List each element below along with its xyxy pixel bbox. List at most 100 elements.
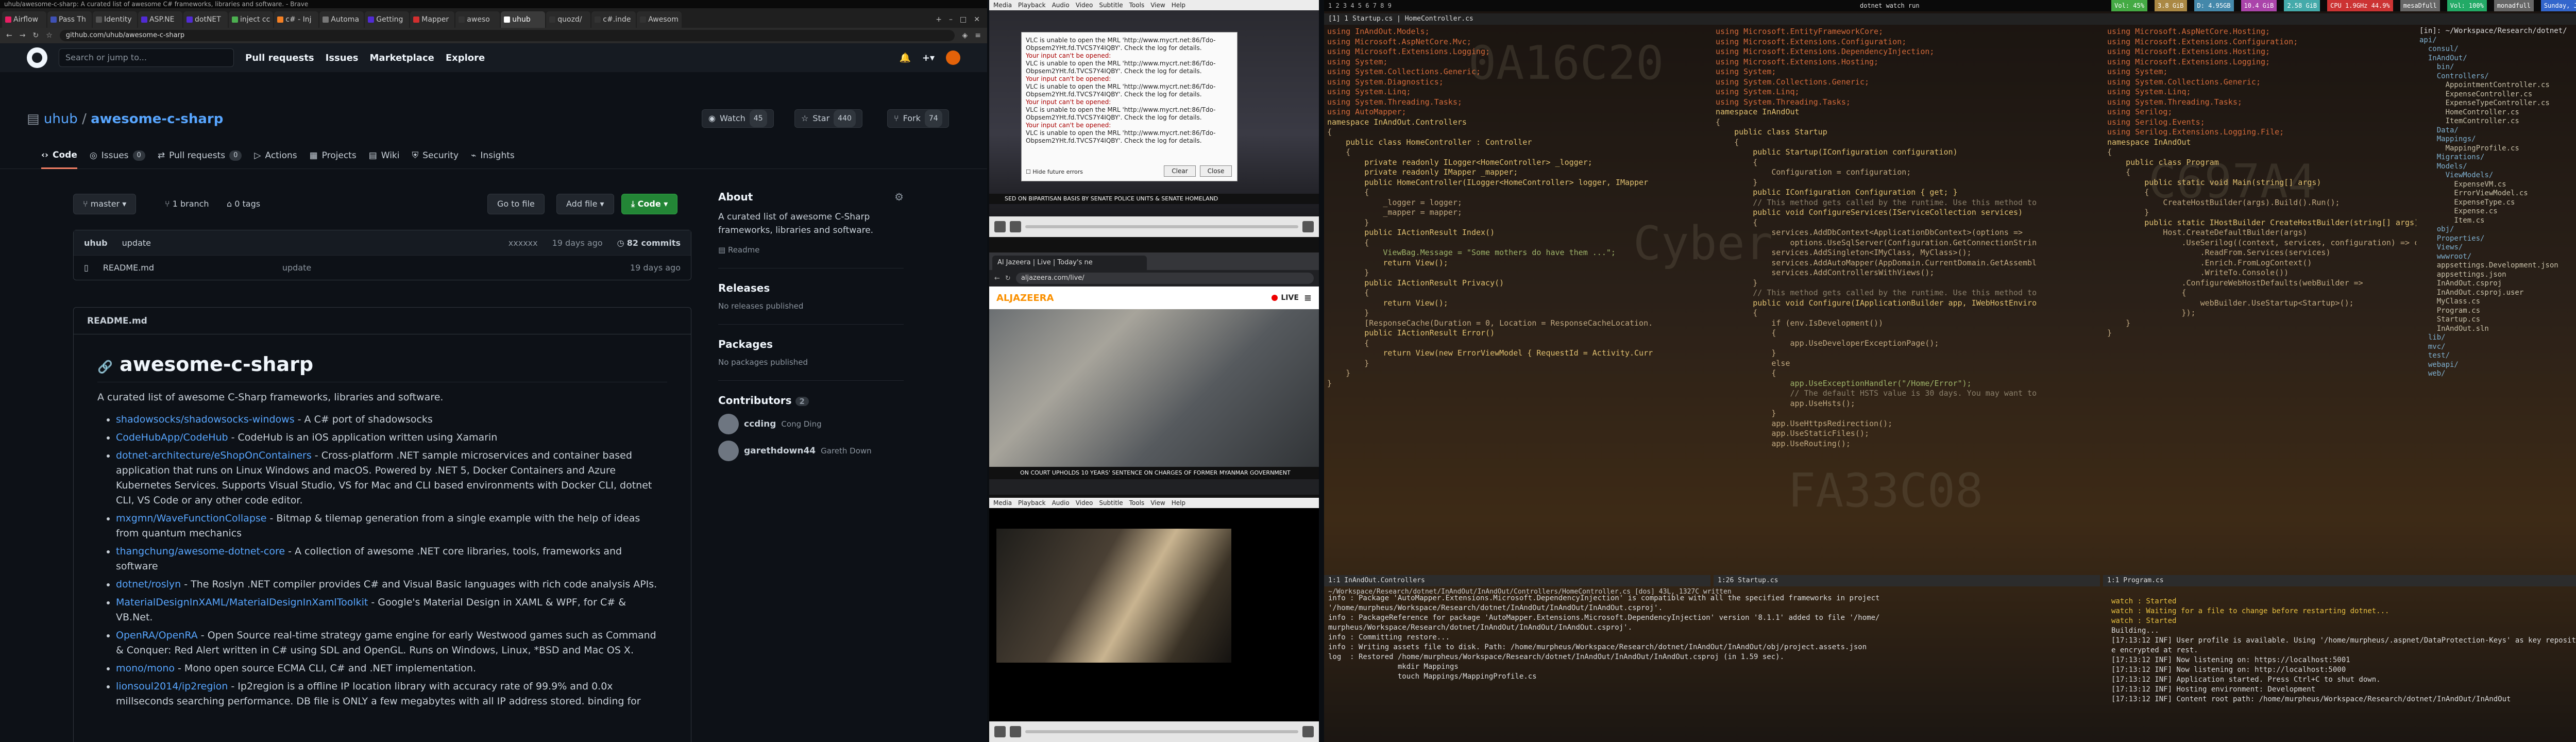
- commits-link[interactable]: ◷ 82 commits: [617, 238, 681, 248]
- browser-tab[interactable]: Automa: [319, 11, 364, 28]
- volume-icon[interactable]: [1302, 726, 1314, 737]
- tab-security[interactable]: ⛨ Security: [412, 142, 459, 169]
- hamburger-menu-icon[interactable]: ≡: [1304, 293, 1312, 303]
- file-commit-message[interactable]: update: [282, 263, 311, 273]
- tags-link[interactable]: ⌂ 0 tags: [227, 199, 260, 209]
- tree-item[interactable]: bin/: [2419, 63, 2576, 72]
- browser-tab[interactable]: quozd/: [546, 11, 591, 28]
- commit-author[interactable]: uhub: [84, 238, 108, 248]
- nuget-output[interactable]: info : Package 'AutoMapper.Extensions.Mi…: [1324, 593, 2097, 742]
- browser-tab[interactable]: ASP.NE: [138, 11, 182, 28]
- seek-bar[interactable]: [1025, 730, 1298, 733]
- close-button[interactable]: Close: [1200, 165, 1232, 177]
- reload-icon[interactable]: ↻: [32, 31, 39, 40]
- editor-startup[interactable]: using Microsoft.EntityFrameworkCore; usin…: [1716, 27, 2097, 573]
- anchor-link-icon[interactable]: 🔗: [97, 360, 113, 374]
- stop-icon[interactable]: [1010, 221, 1021, 232]
- tree-item[interactable]: Models/: [2419, 162, 2576, 172]
- browser-tab[interactable]: c# - Inj: [274, 11, 319, 28]
- branch-select[interactable]: ⑂ master ▾: [73, 194, 137, 214]
- tab-issues[interactable]: ◎ Issues 0: [90, 142, 145, 169]
- tree-item[interactable]: AppointmentController.cs: [2419, 81, 2576, 90]
- tree-item[interactable]: Mappings/: [2419, 135, 2576, 144]
- tab-pull-requests[interactable]: ⇄ Pull requests 0: [158, 142, 242, 169]
- releases-heading[interactable]: Releases: [718, 282, 904, 294]
- avatar[interactable]: [946, 50, 960, 65]
- new-tab-icon[interactable]: +: [936, 11, 942, 28]
- editor-homecontroller[interactable]: using InAndOut.Models; using Microsoft.As…: [1327, 27, 1708, 573]
- back-icon[interactable]: ←: [994, 275, 1000, 282]
- tree-item[interactable]: HomeController.cs: [2419, 108, 2576, 117]
- browser-tab[interactable]: Mapper: [410, 11, 455, 28]
- vlc-menu-item[interactable]: Video: [1076, 498, 1093, 508]
- menu-icon[interactable]: ≡: [975, 31, 981, 40]
- tree-item[interactable]: ErrorViewModel.cs: [2419, 189, 2576, 198]
- tree-item[interactable]: InAndOut/: [2419, 54, 2576, 63]
- contributor[interactable]: ccding Cong Ding: [718, 414, 904, 434]
- contributor-login[interactable]: garethdown44: [744, 446, 816, 456]
- avatar[interactable]: [718, 441, 739, 461]
- search-input[interactable]: Search or jump to...: [59, 48, 234, 67]
- tree-item[interactable]: web/: [2419, 369, 2576, 379]
- contributor-login[interactable]: ccding: [744, 419, 776, 429]
- aljazeera-url[interactable]: aljazeera.com/live/: [1015, 273, 1314, 284]
- create-new-icon[interactable]: +▾: [922, 53, 935, 63]
- browser-tab[interactable]: Awesom: [637, 11, 682, 28]
- clear-button[interactable]: Clear: [1164, 165, 1196, 177]
- vlc-menu-item[interactable]: Subtitle: [1099, 0, 1123, 10]
- vlc-menu-item[interactable]: Media: [993, 0, 1012, 10]
- file-name[interactable]: README.md: [103, 263, 268, 273]
- add-file-button[interactable]: Add file ▾: [556, 194, 614, 214]
- tree-item[interactable]: Data/: [2419, 126, 2576, 136]
- commit-hash[interactable]: xxxxxx: [509, 238, 538, 248]
- repo-link[interactable]: OpenRA/OpenRA: [116, 630, 198, 641]
- tree-item[interactable]: appsettings.json: [2419, 271, 2576, 280]
- readme-link[interactable]: ▤ Readme: [718, 245, 904, 255]
- vlc-menu-item[interactable]: Tools: [1129, 0, 1145, 10]
- play-icon[interactable]: [994, 726, 1006, 737]
- file-row[interactable]: ▯ README.md update 19 days ago: [74, 255, 691, 280]
- nav-pull-requests[interactable]: Pull requests: [245, 53, 314, 63]
- vlc-menu-item[interactable]: Help: [1172, 498, 1185, 508]
- browser-tab[interactable]: Identity: [93, 11, 137, 28]
- go-to-file-button[interactable]: Go to file: [487, 194, 545, 214]
- contributor[interactable]: garethdown44 Gareth Down: [718, 441, 904, 461]
- seek-bar[interactable]: [1025, 225, 1298, 228]
- browser-tab[interactable]: dotNET: [183, 11, 228, 28]
- tree-item[interactable]: InAndOut.csproj: [2419, 279, 2576, 289]
- tab-wiki[interactable]: ▤ Wiki: [369, 142, 400, 169]
- vlc-menu-item[interactable]: Help: [1172, 0, 1185, 10]
- nav-explore[interactable]: Explore: [446, 53, 485, 63]
- browser-tab[interactable]: uhub: [501, 11, 546, 28]
- browser-tab[interactable]: Pass Th: [47, 11, 92, 28]
- tree-item[interactable]: mvc/: [2419, 343, 2576, 352]
- nav-marketplace[interactable]: Marketplace: [370, 53, 434, 63]
- tree-item[interactable]: ViewModels/: [2419, 171, 2576, 180]
- vlc-menu-item[interactable]: Audio: [1052, 498, 1070, 508]
- tree-item[interactable]: appsettings.Development.json: [2419, 261, 2576, 271]
- avatar[interactable]: [718, 414, 739, 434]
- vlc-menu-item[interactable]: View: [1150, 498, 1165, 508]
- aljazeera-logo[interactable]: ALJAZEERA: [996, 293, 1054, 303]
- tree-item[interactable]: lib/: [2419, 333, 2576, 343]
- browser-tab[interactable]: c#.inde: [591, 11, 636, 28]
- github-logo-icon[interactable]: [27, 47, 47, 68]
- repo-link[interactable]: thangchung/awesome-dotnet-core: [116, 546, 285, 557]
- tab-projects[interactable]: ▦ Projects: [310, 142, 357, 169]
- repo-link[interactable]: mono/mono: [116, 663, 175, 674]
- vlc-menu-item[interactable]: Playback: [1018, 0, 1046, 10]
- branches-link[interactable]: ⑂ 1 branch: [165, 199, 209, 209]
- aljazeera-video[interactable]: ON COURT UPHOLDS 10 YEARS' SENTENCE ON C…: [989, 309, 1319, 479]
- forward-icon[interactable]: →: [20, 31, 26, 40]
- browser-tab[interactable]: inject cc: [229, 11, 274, 28]
- packages-heading[interactable]: Packages: [718, 338, 904, 350]
- tree-item[interactable]: Controllers/: [2419, 72, 2576, 81]
- tree-item[interactable]: ExpenseController.cs: [2419, 90, 2576, 99]
- vlc-menu-item[interactable]: Tools: [1129, 498, 1145, 508]
- tree-item[interactable]: ExpenseVM.cs: [2419, 180, 2576, 190]
- file-tree[interactable]: [in]: ~/Workspace/Research/dotnet/api/ c…: [2419, 27, 2576, 573]
- volume-icon[interactable]: [1302, 221, 1314, 232]
- tree-item[interactable]: Views/: [2419, 243, 2576, 252]
- vlc-menu-item[interactable]: Audio: [1052, 0, 1070, 10]
- nav-issues[interactable]: Issues: [326, 53, 359, 63]
